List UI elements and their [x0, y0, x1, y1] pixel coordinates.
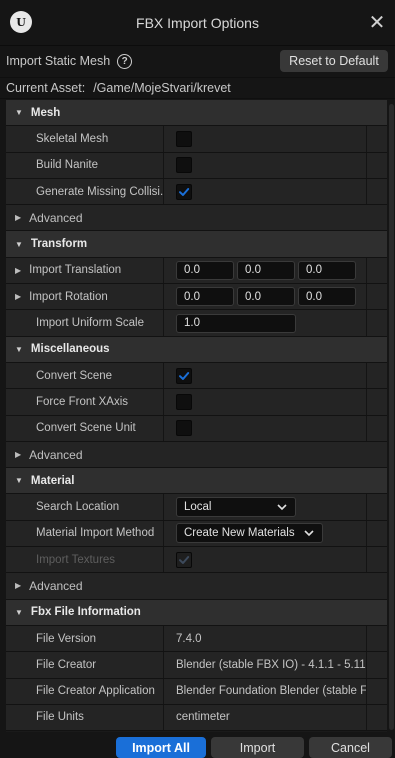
translation-z-input[interactable]: 0.0 [298, 260, 356, 280]
caret-down-icon: ▼ [15, 239, 23, 249]
prop-file-creator-application: File Creator Application Blender Foundat… [6, 678, 387, 705]
caret-down-icon: ▼ [15, 108, 23, 118]
prop-import-rotation: ▶ Import Rotation 0.0 0.0 0.0 [6, 284, 387, 311]
caret-right-icon: ▶ [15, 450, 22, 459]
generate-missing-collision-checkbox[interactable] [176, 183, 192, 200]
chevron-down-icon [304, 530, 314, 537]
window-title: FBX Import Options [136, 14, 259, 31]
import-button[interactable]: Import [211, 737, 304, 758]
cancel-button[interactable]: Cancel [309, 737, 392, 758]
prop-build-nanite: Build Nanite [6, 152, 387, 179]
prop-skeletal-mesh: Skeletal Mesh [6, 126, 387, 153]
checkmark-icon [179, 555, 190, 564]
file-units-value: centimeter [176, 711, 230, 724]
prop-file-version: File Version 7.4.0 [6, 625, 387, 653]
material-import-method-dropdown[interactable]: Create New Materials [176, 523, 323, 544]
section-miscellaneous[interactable]: ▼ Miscellaneous [6, 336, 387, 363]
prop-convert-scene: Convert Scene [6, 362, 387, 390]
prop-file-units: File Units centimeter [6, 704, 387, 732]
convert-scene-checkbox[interactable] [176, 367, 192, 384]
convert-scene-unit-checkbox[interactable] [176, 420, 192, 437]
close-icon[interactable]: ✕ [365, 10, 389, 34]
vertical-scrollbar[interactable] [389, 104, 394, 730]
prop-search-location: Search Location Local [6, 494, 387, 521]
search-location-dropdown[interactable]: Local [176, 497, 296, 518]
caret-down-icon: ▼ [15, 344, 23, 354]
skeletal-mesh-checkbox[interactable] [176, 130, 192, 147]
section-fbx-file-information[interactable]: ▼ Fbx File Information [6, 599, 387, 626]
prop-file-creator: File Creator Blender (stable FBX IO) - 4… [6, 652, 387, 679]
section-mesh[interactable]: ▼ Mesh [6, 100, 387, 127]
import-static-mesh-label: Import Static Mesh ? [6, 53, 133, 69]
prop-force-front-xaxis: Force Front XAxis [6, 389, 387, 416]
reset-to-default-button[interactable]: Reset to Default [280, 50, 388, 72]
caret-right-icon: ▶ [15, 292, 22, 302]
file-version-value: 7.4.0 [176, 632, 202, 645]
current-asset-path: /Game/MojeStvari/krevet [93, 81, 231, 95]
rotation-z-input[interactable]: 0.0 [298, 287, 356, 307]
mesh-advanced-expander[interactable]: ▶ Advanced [6, 205, 387, 232]
rotation-x-input[interactable]: 0.0 [176, 287, 234, 307]
build-nanite-checkbox[interactable] [176, 157, 192, 174]
misc-advanced-expander[interactable]: ▶ Advanced [6, 441, 387, 469]
import-header-bar: Import Static Mesh ? Reset to Default [0, 48, 395, 74]
uniform-scale-input[interactable]: 1.0 [176, 313, 296, 333]
caret-right-icon: ▶ [15, 265, 22, 275]
prop-import-textures: Import Textures [6, 547, 387, 574]
import-textures-checkbox [176, 551, 192, 568]
unreal-logo-icon: U [10, 11, 32, 33]
current-asset-bar: Current Asset: /Game/MojeStvari/krevet [0, 77, 395, 99]
section-transform[interactable]: ▼ Transform [6, 231, 387, 258]
checkmark-icon [179, 187, 190, 196]
title-bar: U FBX Import Options ✕ [0, 0, 395, 46]
import-all-button[interactable]: Import All [116, 737, 206, 758]
prop-import-translation: ▶ Import Translation 0.0 0.0 0.0 [6, 257, 387, 285]
current-asset-label: Current Asset: [6, 81, 86, 95]
options-panel: ▼ Mesh Skeletal Mesh Build Nanite Genera… [6, 100, 387, 732]
prop-convert-scene-unit: Convert Scene Unit [6, 415, 387, 442]
rotation-y-input[interactable]: 0.0 [237, 287, 295, 307]
caret-right-icon: ▶ [15, 581, 22, 591]
file-creator-application-value: Blender Foundation Blender (stable FBX I… [176, 685, 367, 698]
force-front-xaxis-checkbox[interactable] [176, 393, 192, 410]
prop-import-uniform-scale: Import Uniform Scale 1.0 [6, 310, 387, 337]
caret-right-icon: ▶ [15, 213, 22, 223]
help-icon[interactable]: ? [117, 53, 133, 69]
dialog-footer: Import All Import Cancel [0, 734, 395, 758]
translation-x-input[interactable]: 0.0 [176, 260, 234, 280]
file-creator-value: Blender (stable FBX IO) - 4.1.1 - 5.11.7 [176, 658, 367, 671]
material-advanced-expander[interactable]: ▶ Advanced [6, 573, 387, 600]
prop-generate-missing-collision: Generate Missing Collisi... [6, 178, 387, 206]
translation-y-input[interactable]: 0.0 [237, 260, 295, 280]
caret-down-icon: ▼ [15, 476, 23, 486]
section-material[interactable]: ▼ Material [6, 468, 387, 495]
caret-down-icon: ▼ [15, 607, 23, 617]
checkmark-icon [179, 371, 190, 380]
prop-material-import-method: Material Import Method Create New Materi… [6, 520, 387, 548]
chevron-down-icon [277, 504, 287, 511]
